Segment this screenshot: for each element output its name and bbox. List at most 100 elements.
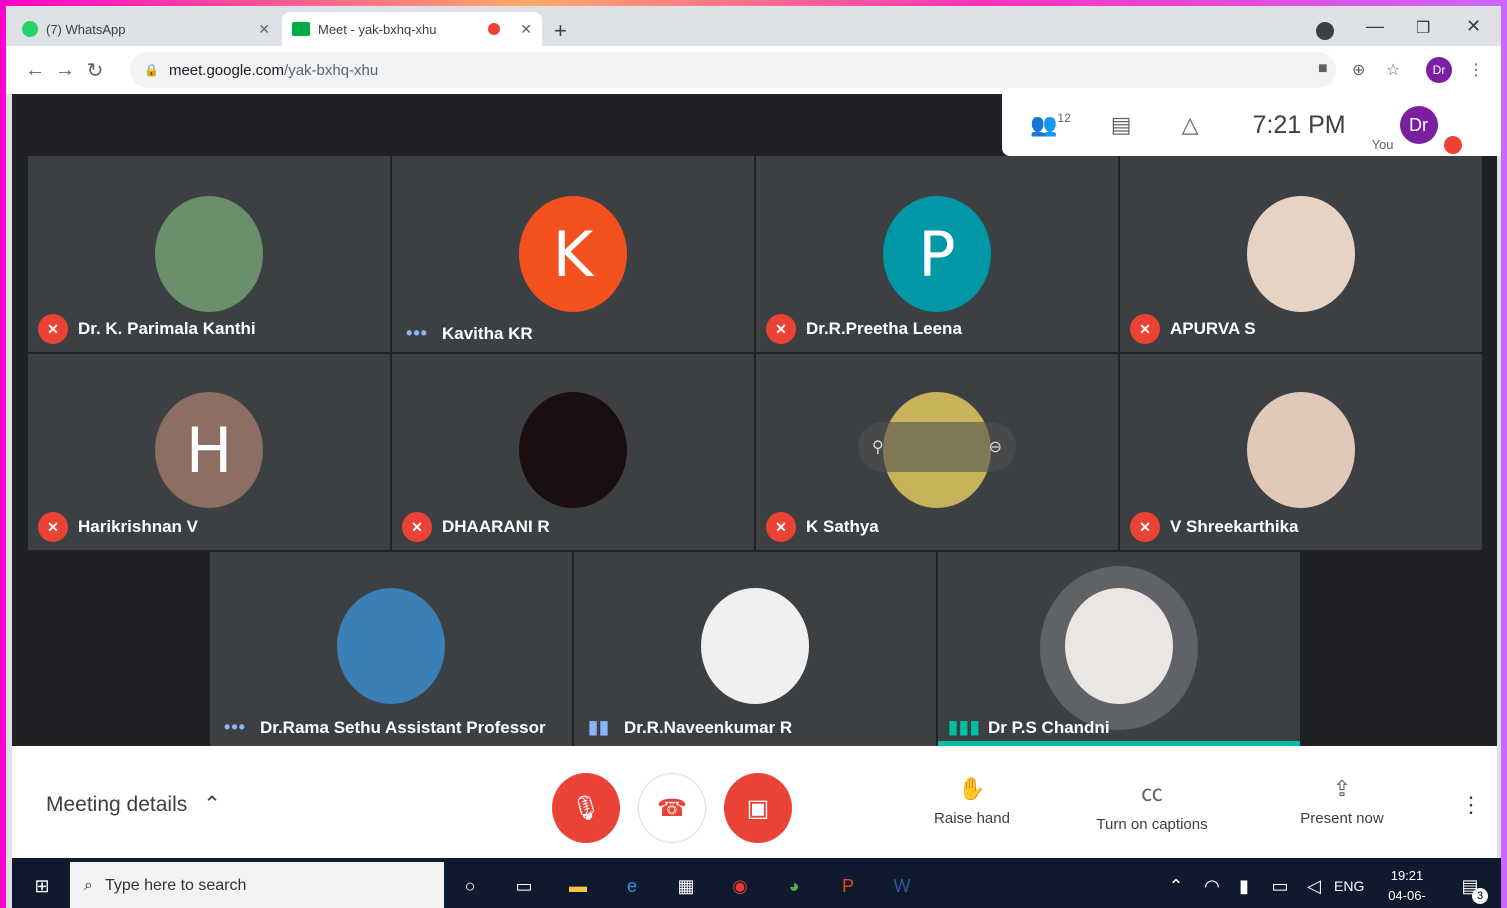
tab-meet[interactable]: Meet - yak-bxhq-xhu ✕ — [282, 12, 542, 46]
present-now-button[interactable]: ⇪ Present now — [1284, 776, 1400, 827]
audio-level-icon: ▮▮▮ — [948, 717, 981, 737]
mic-off-icon: ✕ — [1130, 314, 1160, 344]
url-path: /yak-bxhq-xhu — [284, 61, 379, 79]
taskbar: ⊞ ⌕ Type here to search ○ ▭ ▬ e ▦ ◉ ◕ P … — [12, 858, 1501, 908]
address-bar[interactable]: 🔒 meet.google.com/yak-bxhq-xhu — [130, 52, 1336, 88]
pin-icon[interactable]: ⚲ — [872, 437, 884, 457]
app-icon[interactable]: ◉ — [722, 870, 758, 902]
url-domain: meet.google.com — [168, 61, 285, 79]
participant-name-row: ▮▮ Dr.R.Naveenkumar R — [584, 717, 792, 738]
participant-tile[interactable]: ⚲ ⊖ ✕ K Sathya — [756, 354, 1118, 550]
network-icon[interactable]: ◠ — [1194, 870, 1230, 902]
tab-whatsapp[interactable]: (7) WhatsApp ✕ — [12, 12, 280, 46]
participant-tile[interactable]: P ✕ Dr.R.Preetha Leena — [756, 156, 1118, 352]
toolbar: ← → ↻ 🔒 meet.google.com/yak-bxhq-xhu ■ ⊕… — [6, 46, 1501, 94]
taskbar-search[interactable]: ⌕ Type here to search — [70, 862, 444, 908]
chevron-up-icon: ⌃ — [203, 793, 221, 816]
star-icon[interactable]: ☆ — [1386, 60, 1400, 80]
cortana-icon[interactable]: ○ — [452, 870, 488, 902]
restore-icon[interactable]: ❐ — [1416, 18, 1430, 38]
participant-tile[interactable]: ••• Dr.Rama Sethu Assistant Professor — [210, 552, 572, 746]
show-hidden-icons[interactable]: ⌃ — [1158, 870, 1194, 902]
participant-tile[interactable]: H ✕ Harikrishnan V — [28, 354, 390, 550]
participant-tile[interactable]: ✕ Dr. K. Parimala Kanthi — [28, 156, 390, 352]
people-icon[interactable]: 👥 — [1030, 112, 1057, 138]
tile-hover-controls: ⚲ ⊖ — [858, 422, 1016, 472]
microphone-icon[interactable]: ▮ — [1226, 870, 1262, 902]
camera-toggle-button[interactable]: ▣ — [724, 773, 792, 843]
self-avatar[interactable]: Dr — [1399, 106, 1438, 144]
participant-name: APURVA S — [1170, 319, 1256, 338]
participant-name: Dr.Rama Sethu Assistant Professor — [260, 717, 546, 737]
clock[interactable]: 19:21 04-06-2021 — [1374, 866, 1440, 908]
close-icon[interactable]: ✕ — [258, 21, 270, 38]
language-indicator[interactable]: ENG — [1334, 878, 1364, 894]
mic-off-icon: 🎙 — [570, 794, 602, 822]
store-icon[interactable]: ▦ — [668, 870, 704, 902]
participant-name: Dr.R.Naveenkumar R — [624, 717, 793, 737]
clock: 7:21 PM — [1252, 110, 1346, 139]
camera-icon[interactable]: ■ — [1318, 60, 1328, 78]
participant-tile[interactable]: ✕ V Shreekarthika — [1120, 354, 1482, 550]
chrome-icon[interactable]: ◕ — [776, 870, 812, 902]
avatar — [155, 196, 263, 312]
meeting-details-button[interactable]: Meeting details ⌃ — [46, 792, 221, 817]
leave-call-button[interactable]: ☎ — [638, 773, 706, 843]
whatsapp-icon — [22, 21, 38, 37]
avatar — [519, 392, 627, 508]
participant-name-row: ✕ V Shreekarthika — [1130, 512, 1299, 542]
meet-info-bar: 👥 12 ▤ △ 7:21 PM You Dr — [1002, 94, 1501, 156]
participant-name: Dr.R.Preetha Leena — [806, 319, 962, 338]
raise-hand-button[interactable]: ✋ Raise hand — [922, 776, 1022, 827]
file-explorer-icon[interactable]: ▬ — [560, 870, 596, 902]
browser-window: (7) WhatsApp ✕ Meet - yak-bxhq-xhu ✕ + —… — [6, 6, 1501, 908]
zoom-icon[interactable]: ⊕ — [1352, 60, 1365, 80]
participant-name: K Sathya — [806, 517, 879, 536]
profile-avatar[interactable]: Dr — [1426, 57, 1452, 83]
edge-icon[interactable]: e — [614, 870, 650, 902]
avatar: P — [883, 196, 991, 312]
participant-name-row: ••• Kavitha KR — [402, 323, 533, 344]
participant-name-row: ▮▮▮ Dr P.S Chandni — [948, 717, 1110, 738]
windows-start-icon[interactable]: ⊞ — [24, 870, 60, 902]
menu-icon[interactable]: ⋮ — [1468, 60, 1484, 80]
volume-icon[interactable]: ◁ — [1296, 870, 1332, 902]
participant-tile[interactable]: K ••• Kavitha KR — [392, 156, 754, 352]
tab-title: (7) WhatsApp — [46, 21, 126, 37]
recording-icon — [488, 23, 501, 35]
participant-tile[interactable]: ▮▮▮ Dr P.S Chandni — [938, 552, 1300, 746]
reload-icon[interactable]: ↻ — [80, 58, 110, 83]
back-icon[interactable]: ← — [20, 59, 50, 82]
window-close-icon[interactable]: ✕ — [1466, 16, 1481, 37]
mic-off-icon: ✕ — [766, 512, 796, 542]
meet-control-bar: Meeting details ⌃ 🎙 ☎ ▣ ✋ Raise hand ㏄ T… — [12, 746, 1497, 858]
captions-label: Turn on captions — [1096, 816, 1208, 833]
captions-button[interactable]: ㏄ Turn on captions — [1084, 776, 1220, 833]
participant-name: Harikrishnan V — [78, 517, 198, 536]
talking-dots-icon: ••• — [224, 717, 246, 737]
new-tab-button[interactable]: + — [554, 18, 567, 44]
activities-icon[interactable]: △ — [1182, 112, 1199, 138]
participant-tile[interactable]: ▮▮ Dr.R.Naveenkumar R — [574, 552, 936, 746]
remove-icon[interactable]: ⊖ — [989, 437, 1002, 457]
battery-icon[interactable]: ▭ — [1262, 870, 1298, 902]
mic-toggle-button[interactable]: 🎙 — [552, 773, 620, 843]
hangup-icon: ☎ — [657, 794, 687, 822]
captions-icon: ㏄ — [1140, 781, 1163, 806]
avatar — [1247, 392, 1355, 508]
close-icon[interactable]: ✕ — [520, 21, 532, 38]
word-icon[interactable]: W — [884, 870, 920, 902]
participant-tile[interactable]: ✕ DHAARANI R — [392, 354, 754, 550]
more-options-icon[interactable]: ⋮ — [1460, 792, 1482, 818]
forward-icon[interactable]: → — [50, 59, 80, 82]
tab-search-icon[interactable] — [1316, 22, 1334, 40]
task-view-icon[interactable]: ▭ — [506, 870, 542, 902]
present-icon: ⇪ — [1332, 776, 1352, 801]
participant-tile[interactable]: ✕ APURVA S — [1120, 156, 1482, 352]
minimize-icon[interactable]: — — [1366, 16, 1384, 37]
chat-icon[interactable]: ▤ — [1111, 112, 1132, 138]
participant-name-row: ✕ Harikrishnan V — [38, 512, 198, 542]
powerpoint-icon[interactable]: P — [830, 870, 866, 902]
search-placeholder: Type here to search — [104, 877, 247, 894]
avatar: K — [519, 196, 627, 312]
